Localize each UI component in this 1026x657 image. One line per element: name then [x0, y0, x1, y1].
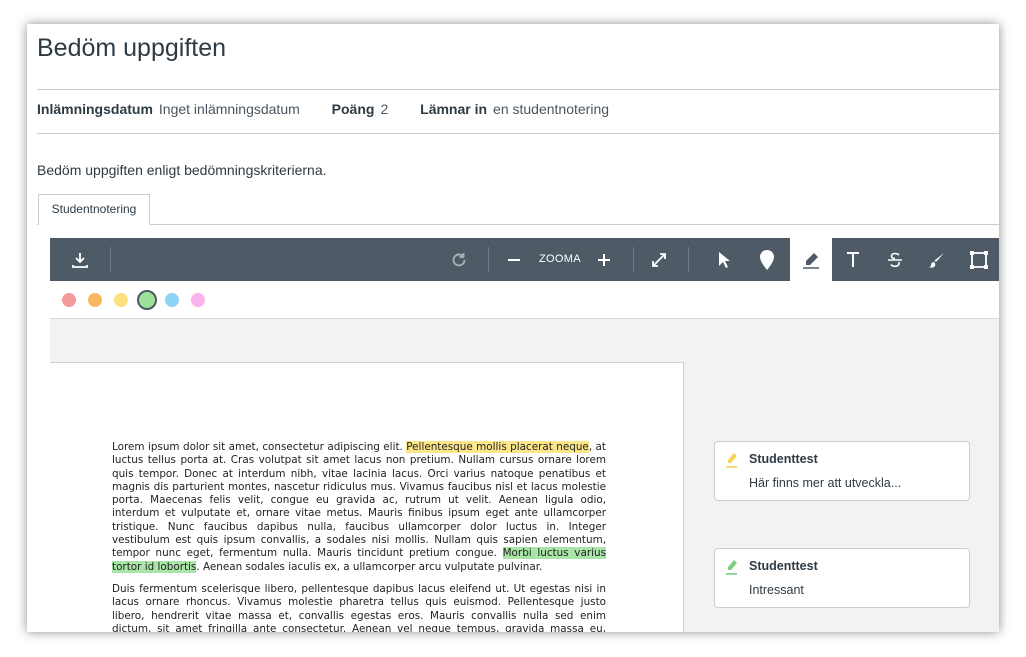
- color-swatch-red[interactable]: [62, 293, 76, 307]
- assignment-description: Bedöm uppgiften enligt bedömningskriteri…: [37, 162, 327, 178]
- comment-author: Studenttest: [749, 452, 818, 466]
- draw-tool-button[interactable]: [924, 238, 950, 281]
- strikethrough-icon: [888, 252, 902, 267]
- rotate-button[interactable]: [446, 238, 472, 281]
- color-swatch-orange[interactable]: [88, 293, 102, 307]
- submitting-value: en studentnotering: [493, 101, 610, 117]
- divider: [37, 133, 999, 134]
- text-icon: [847, 251, 859, 267]
- highlighter-icon: [726, 560, 737, 575]
- tab-divider: [37, 224, 999, 225]
- highlighter-icon: [803, 252, 819, 269]
- color-palette: [50, 281, 999, 319]
- paragraph: Duis fermentum scelerisque libero, pelle…: [112, 582, 606, 632]
- document-text[interactable]: Lorem ipsum dolor sit amet, consectetur …: [112, 441, 606, 632]
- highlight-yellow[interactable]: Pellentesque mollis placerat neque: [406, 441, 589, 453]
- zoom-out-button[interactable]: [502, 238, 526, 281]
- color-swatch-pink[interactable]: [191, 293, 205, 307]
- tab-student-annotation[interactable]: Studentnotering: [38, 194, 150, 225]
- select-tool-button[interactable]: [711, 238, 737, 281]
- text-tool-button[interactable]: [840, 238, 866, 281]
- separator: [688, 247, 689, 272]
- highlight-tool-button[interactable]: [790, 238, 832, 281]
- color-swatch-yellow[interactable]: [114, 293, 128, 307]
- point-annotation-button[interactable]: [754, 238, 780, 281]
- color-swatch-green[interactable]: [137, 290, 157, 310]
- comment-card[interactable]: Studenttest Här finns mer att utveckla..…: [714, 441, 970, 501]
- square-selection-icon: [970, 250, 988, 269]
- fullscreen-button[interactable]: [646, 238, 672, 281]
- cursor-icon: [719, 251, 730, 268]
- color-swatch-blue[interactable]: [165, 293, 179, 307]
- document-page: Lorem ipsum dolor sit amet, consectetur …: [50, 362, 684, 632]
- comment-author: Studenttest: [749, 559, 818, 573]
- map-pin-icon: [760, 249, 774, 270]
- submitting-label: Lämnar in: [420, 101, 488, 117]
- separator: [488, 247, 489, 272]
- points-value: 2: [380, 101, 389, 117]
- divider: [37, 89, 999, 90]
- due-date-value: Inget inlämningsdatum: [158, 101, 300, 117]
- area-tool-button[interactable]: [966, 238, 992, 281]
- brush-icon: [929, 252, 944, 268]
- document-viewer: ZOOMA Lorem ipsum dolor sit amet, consec…: [50, 238, 999, 632]
- zoom-in-button[interactable]: [592, 238, 616, 281]
- separator: [633, 247, 634, 272]
- minus-icon: [508, 258, 520, 261]
- paragraph: Lorem ipsum dolor sit amet, consectetur …: [112, 441, 606, 573]
- strikeout-tool-button[interactable]: [882, 238, 908, 281]
- highlighter-icon: [726, 453, 737, 468]
- assignment-meta: Inlämningsdatum Inget inlämningsdatum Poä…: [37, 101, 637, 117]
- due-date-label: Inlämningsdatum: [37, 101, 153, 117]
- comment-text: Intressant: [749, 583, 804, 597]
- assignment-window: Bedöm uppgiften Inlämningsdatum Inget inl…: [27, 24, 999, 632]
- zoom-label: ZOOMA: [539, 253, 581, 265]
- plus-icon: [598, 253, 610, 266]
- separator: [110, 247, 111, 272]
- comment-card[interactable]: Studenttest Intressant: [714, 548, 970, 608]
- download-button[interactable]: [66, 238, 94, 281]
- page-title: Bedöm uppgiften: [37, 34, 227, 62]
- comment-text: Här finns mer att utveckla...: [749, 476, 902, 490]
- expand-icon: [652, 252, 666, 267]
- points-label: Poäng: [331, 101, 375, 117]
- highlighter-tip: [728, 560, 737, 570]
- highlighter-tip: [728, 453, 737, 463]
- download-icon: [72, 252, 88, 268]
- rotate-icon: [452, 252, 466, 266]
- annotation-toolbar: ZOOMA: [50, 238, 999, 281]
